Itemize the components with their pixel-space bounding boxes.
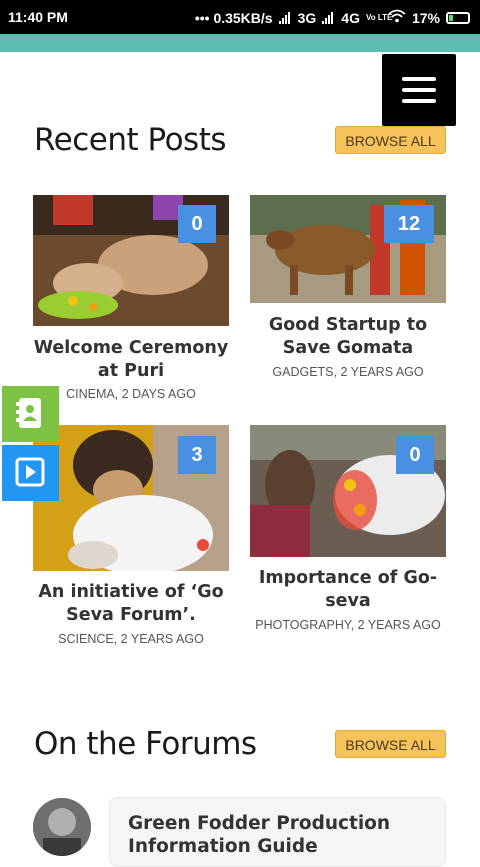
network-speed: ••• 0.35KB/s <box>194 9 273 26</box>
signal-4g-icon <box>322 11 334 24</box>
volte-label: Vo LTE <box>365 12 393 22</box>
post-title[interactable]: Welcome Ceremony at Puri <box>33 337 229 383</box>
post-meta[interactable]: GADGETS, 2 YEARS AGO <box>250 365 446 379</box>
comment-count-badge: 12 <box>384 205 434 243</box>
status-time: 11:40 PM <box>8 9 68 25</box>
comment-count-badge: 0 <box>178 205 216 243</box>
status-indicators: ••• 0.35KB/s 3G 4G Vo LTE 17% <box>195 9 470 26</box>
post-title[interactable]: Good Startup to Save Gomata <box>250 314 446 360</box>
forum-topic-card[interactable]: Green Fodder Production Information Guid… <box>109 797 446 867</box>
signal-3g-icon <box>278 11 290 24</box>
avatar[interactable] <box>33 798 91 856</box>
wifi-icon <box>388 9 406 26</box>
post-title[interactable]: An initiative of ‘Go Seva Forum’. <box>33 581 229 627</box>
video-play-icon[interactable] <box>2 445 59 501</box>
post-meta[interactable]: CINEMA, 2 DAYS AGO <box>33 387 229 401</box>
network-3g-label: 3G <box>297 9 317 26</box>
post-meta[interactable]: PHOTOGRAPHY, 2 YEARS AGO <box>250 618 446 632</box>
recent-posts-title: Recent Posts <box>34 122 227 158</box>
status-bar: 11:40 PM ••• 0.35KB/s 3G 4G Vo LTE 17% <box>0 0 480 34</box>
battery-percent: 17% <box>411 9 440 26</box>
site-header-bar <box>0 34 480 52</box>
forums-browse-all-button[interactable]: BROWSE ALL <box>335 730 446 758</box>
comment-count-badge: 0 <box>396 436 434 474</box>
network-4g-label: 4G <box>341 9 360 26</box>
comment-count-badge: 3 <box>178 436 216 474</box>
recent-posts-browse-all-button[interactable]: BROWSE ALL <box>335 126 446 154</box>
post-title[interactable]: Importance of Go-seva <box>250 567 446 613</box>
hamburger-menu-icon[interactable] <box>382 54 456 126</box>
battery-icon <box>446 11 470 24</box>
contact-book-icon[interactable] <box>2 386 59 442</box>
post-meta[interactable]: SCIENCE, 2 YEARS AGO <box>33 632 229 646</box>
forums-title: On the Forums <box>34 726 257 762</box>
forum-topic-title[interactable]: Green Fodder Production Information Guid… <box>128 812 428 858</box>
